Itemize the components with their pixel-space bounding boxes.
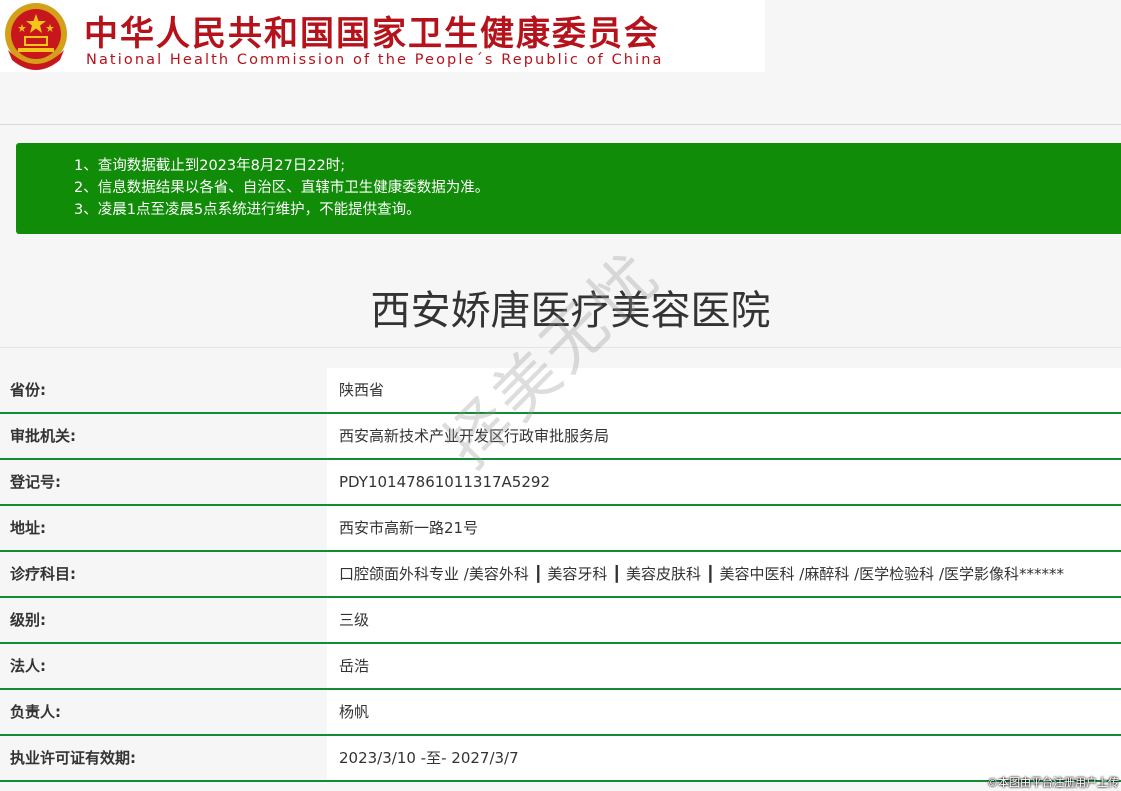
row-label: 地址: <box>0 506 327 550</box>
info-row-level: 级别: 三级 <box>0 598 1121 644</box>
notice-panel: 1、查询数据截止到2023年8月27日22时; 2、信息数据结果以各省、自治区、… <box>16 143 1121 234</box>
row-value: PDY10147861011317A5292 <box>327 460 1121 504</box>
info-row-license-validity: 执业许可证有效期: 2023/3/10 -至- 2027/3/7 <box>0 736 1121 782</box>
row-label: 审批机关: <box>0 414 327 458</box>
row-value: 杨帆 <box>327 690 1121 734</box>
site-title-en: National Health Commission of the People… <box>86 52 664 68</box>
row-label: 登记号: <box>0 460 327 504</box>
info-row-address: 地址: 西安市高新一路21号 <box>0 506 1121 552</box>
row-value: 西安市高新一路21号 <box>327 506 1121 550</box>
notice-line: 1、查询数据截止到2023年8月27日22时; <box>74 158 346 174</box>
row-label: 负责人: <box>0 690 327 734</box>
title-divider <box>0 347 1121 348</box>
site-header: 中华人民共和国国家卫生健康委员会 National Health Commiss… <box>0 0 765 72</box>
info-row-province: 省份: 陕西省 <box>0 368 1121 414</box>
notice-line: 3、凌晨1点至凌晨5点系统进行维护，不能提供查询。 <box>74 202 421 218</box>
info-row-legal-person: 法人: 岳浩 <box>0 644 1121 690</box>
row-label: 级别: <box>0 598 327 642</box>
info-row-departments: 诊疗科目: 口腔颌面外科专业 /美容外科 ┃ 美容牙科 ┃ 美容皮肤科 ┃ 美容… <box>0 552 1121 598</box>
info-table: 省份: 陕西省 审批机关: 西安高新技术产业开发区行政审批服务局 登记号: PD… <box>0 368 1121 782</box>
row-label: 诊疗科目: <box>0 552 327 596</box>
info-row-approval-authority: 审批机关: 西安高新技术产业开发区行政审批服务局 <box>0 414 1121 460</box>
row-value: 西安高新技术产业开发区行政审批服务局 <box>327 414 1121 458</box>
row-value: 口腔颌面外科专业 /美容外科 ┃ 美容牙科 ┃ 美容皮肤科 ┃ 美容中医科 /麻… <box>327 552 1121 596</box>
header-divider <box>0 124 1121 125</box>
notice-line: 2、信息数据结果以各省、自治区、直辖市卫生健康委数据为准。 <box>74 180 490 196</box>
row-value: 岳浩 <box>327 644 1121 688</box>
national-emblem-icon <box>0 0 74 74</box>
site-title-cn: 中华人民共和国国家卫生健康委员会 <box>84 14 660 54</box>
row-value: 陕西省 <box>327 368 1121 412</box>
row-label: 法人: <box>0 644 327 688</box>
row-label: 省份: <box>0 368 327 412</box>
row-label: 执业许可证有效期: <box>0 736 327 780</box>
image-credit: ©本图由平台注册用户上传 <box>987 776 1119 789</box>
hospital-name: 西安娇唐医疗美容医院 <box>370 288 771 334</box>
info-row-registration-number: 登记号: PDY10147861011317A5292 <box>0 460 1121 506</box>
row-value: 三级 <box>327 598 1121 642</box>
info-row-person-in-charge: 负责人: 杨帆 <box>0 690 1121 736</box>
